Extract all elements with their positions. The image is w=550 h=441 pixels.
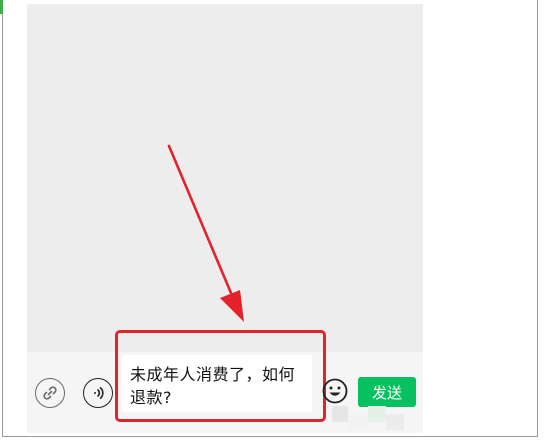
arrow-icon — [167, 144, 244, 322]
